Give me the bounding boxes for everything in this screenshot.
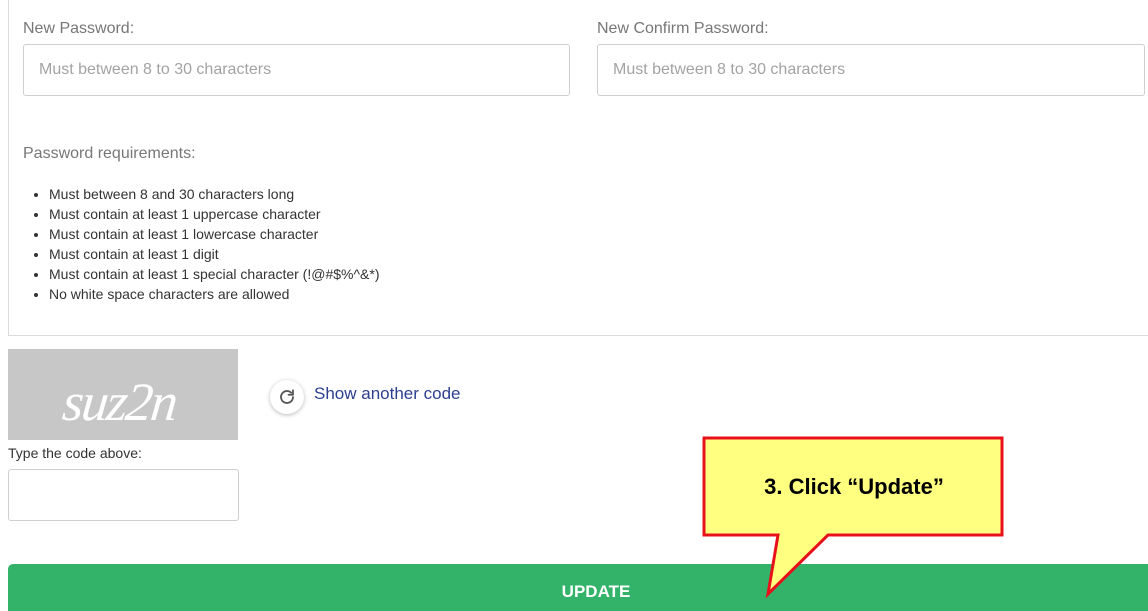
instruction-callout — [702, 436, 1004, 599]
captcha-code-label: Type the code above: — [8, 445, 142, 461]
password-requirements-list: Must between 8 and 30 characters long Mu… — [29, 184, 379, 304]
requirement-item: No white space characters are allowed — [49, 284, 379, 304]
captcha-code-input[interactable] — [8, 469, 239, 521]
confirm-password-label: New Confirm Password: — [597, 20, 769, 37]
requirement-item: Must between 8 and 30 characters long — [49, 184, 379, 204]
refresh-captcha-button[interactable] — [270, 380, 304, 414]
requirement-item: Must contain at least 1 lowercase charac… — [49, 224, 379, 244]
requirement-item: Must contain at least 1 digit — [49, 244, 379, 264]
password-requirements-title: Password requirements: — [23, 145, 196, 162]
confirm-password-input[interactable] — [597, 44, 1145, 96]
new-password-label: New Password: — [23, 20, 135, 37]
requirement-item: Must contain at least 1 uppercase charac… — [49, 204, 379, 224]
callout-bubble-shape — [702, 436, 1004, 599]
show-another-code-link[interactable]: Show another code — [314, 384, 461, 404]
refresh-icon — [280, 389, 294, 404]
requirement-item: Must contain at least 1 special characte… — [49, 264, 379, 284]
callout-text: 3. Click “Update” — [764, 474, 944, 499]
captcha-code-text: suz2n — [59, 372, 180, 432]
new-password-input[interactable] — [23, 44, 570, 96]
update-button-label: UPDATE — [561, 581, 631, 601]
captcha-image: suz2n — [8, 349, 238, 440]
